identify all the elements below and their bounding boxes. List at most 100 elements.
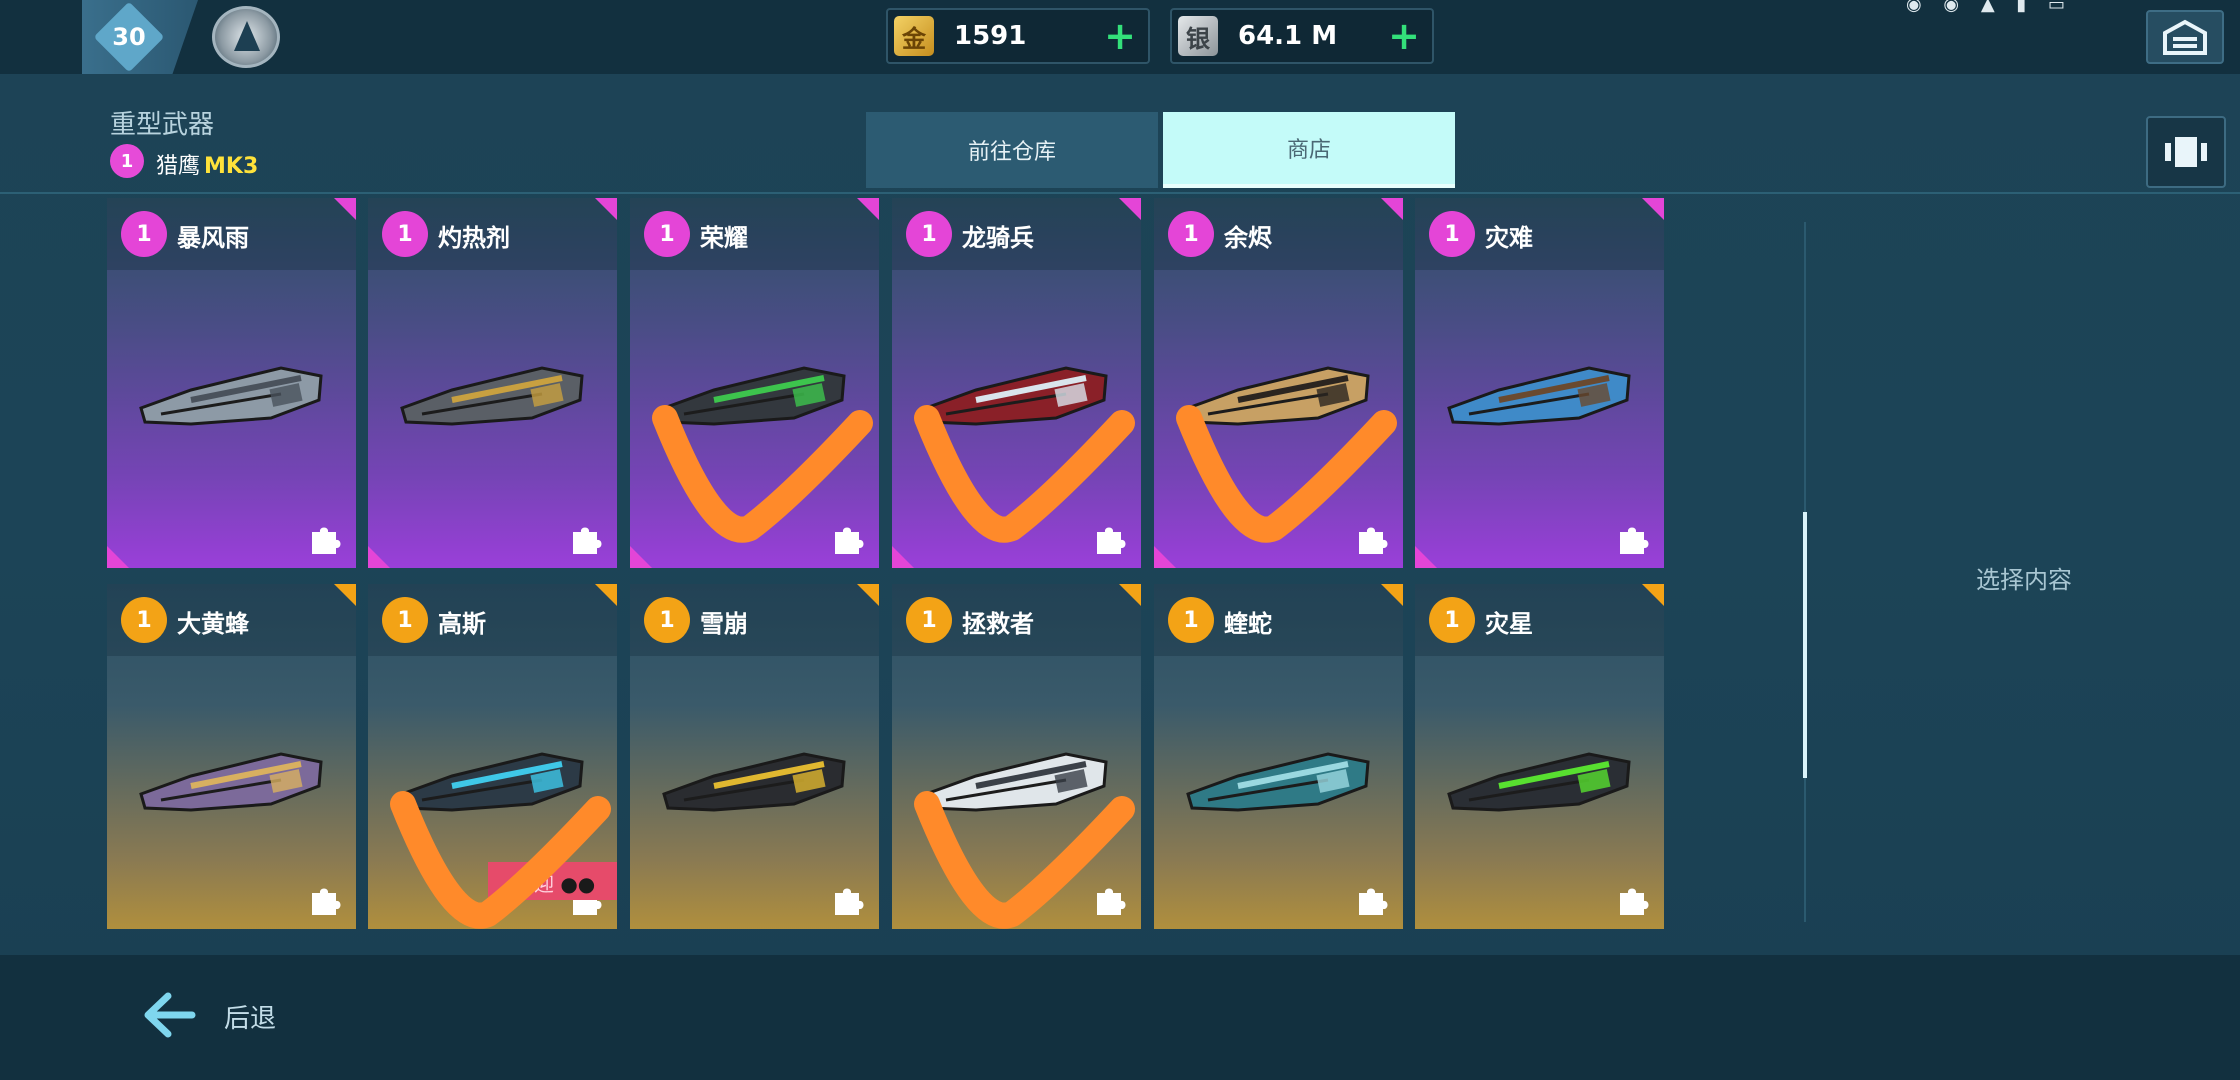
rarity-corner — [857, 584, 879, 606]
add-silver-button[interactable]: + — [1388, 17, 1420, 55]
rarity-corner — [1381, 198, 1403, 220]
weapon-name: 拯救者 — [962, 610, 1034, 638]
rarity-corner — [595, 584, 617, 606]
rarity-corner — [1642, 198, 1664, 220]
back-button[interactable]: 后退 — [224, 998, 276, 1035]
garage-button[interactable] — [2146, 10, 2224, 64]
rarity-corner — [107, 546, 129, 568]
puzzle-piece-icon[interactable] — [1093, 883, 1127, 917]
rarity-corner — [1119, 198, 1141, 220]
bottom-bar — [0, 955, 2240, 1080]
add-gold-button[interactable]: + — [1104, 17, 1136, 55]
weapon-name: 大黄蜂 — [177, 610, 249, 638]
rank-badge: 1 — [1429, 211, 1475, 257]
rank-emblem-icon[interactable] — [212, 6, 280, 68]
weapon-name: 暴风雨 — [177, 224, 249, 252]
weapon-image — [1447, 366, 1631, 426]
selected-rank-badge: 1 — [110, 144, 144, 178]
weapon-image — [662, 366, 846, 426]
puzzle-piece-icon[interactable] — [1355, 883, 1389, 917]
puzzle-piece-icon[interactable] — [1616, 522, 1650, 556]
rarity-corner — [1119, 584, 1141, 606]
rarity-corner — [334, 584, 356, 606]
puzzle-piece-icon[interactable] — [1093, 522, 1127, 556]
rarity-corner — [857, 198, 879, 220]
weapon-category: 重型武器 — [110, 110, 215, 140]
back-arrow-icon[interactable] — [140, 990, 196, 1040]
rarity-corner — [334, 198, 356, 220]
weapon-image — [400, 752, 584, 812]
weapon-image — [139, 366, 323, 426]
rarity-corner — [595, 198, 617, 220]
silver-currency: 银 64.1 M + — [1170, 8, 1434, 64]
rarity-corner — [1154, 546, 1176, 568]
select-content-placeholder: 选择内容 — [1976, 566, 2072, 594]
weapon-card[interactable]: 1 灾难 — [1415, 198, 1664, 568]
collab-tag: 迎 ●● — [488, 862, 617, 900]
rank-badge: 1 — [121, 211, 167, 257]
gold-icon: 金 — [894, 16, 934, 56]
weapon-image — [139, 752, 323, 812]
weapon-name: 灼热剂 — [438, 224, 510, 252]
rank-badge: 1 — [644, 211, 690, 257]
weapon-card[interactable]: 1 大黄蜂 — [107, 584, 356, 929]
weapon-image — [924, 752, 1108, 812]
rank-badge: 1 — [1168, 597, 1214, 643]
gold-currency: 金 1591 + — [886, 8, 1150, 64]
weapon-card[interactable]: 1 荣耀 — [630, 198, 879, 568]
player-level: 30 — [112, 23, 146, 51]
puzzle-piece-icon[interactable] — [1355, 522, 1389, 556]
weapon-name: 雪崩 — [700, 610, 748, 638]
rarity-corner — [1642, 584, 1664, 606]
friends-icon: ●● — [560, 872, 596, 896]
rarity-corner — [892, 546, 914, 568]
weapon-image — [1447, 752, 1631, 812]
scrollbar[interactable] — [1803, 512, 1807, 778]
gold-value: 1591 — [954, 21, 1027, 51]
panel-toggle-icon — [2165, 137, 2207, 167]
weapon-name: 灾难 — [1485, 224, 1533, 252]
side-panel-toggle-button[interactable] — [2146, 116, 2226, 188]
tab-warehouse[interactable]: 前往仓库 — [866, 112, 1158, 188]
weapon-card[interactable]: 1 灾星 — [1415, 584, 1664, 929]
tab-shop[interactable]: 商店 — [1163, 112, 1455, 188]
puzzle-piece-icon[interactable] — [831, 522, 865, 556]
weapon-name: 荣耀 — [700, 224, 748, 252]
rarity-corner — [1381, 584, 1403, 606]
puzzle-piece-icon[interactable] — [1616, 883, 1650, 917]
rank-badge: 1 — [1429, 597, 1475, 643]
weapon-card[interactable]: 1 蝰蛇 — [1154, 584, 1403, 929]
rank-badge: 1 — [382, 597, 428, 643]
weapon-card[interactable]: 1 灼热剂 — [368, 198, 617, 568]
weapon-name: 余烬 — [1224, 224, 1272, 252]
weapon-image — [1186, 366, 1370, 426]
garage-icon — [2163, 19, 2207, 55]
weapon-card[interactable]: 1 雪崩 — [630, 584, 879, 929]
rank-badge: 1 — [382, 211, 428, 257]
rarity-corner — [630, 546, 652, 568]
selected-weapon-name: 猎鹰 MK3 — [156, 148, 258, 180]
rarity-corner — [1415, 546, 1437, 568]
selected-weapon-mk: MK3 — [204, 154, 259, 179]
weapon-card[interactable]: 1 暴风雨 — [107, 198, 356, 568]
puzzle-piece-icon[interactable] — [569, 522, 603, 556]
weapon-name: 龙骑兵 — [962, 224, 1034, 252]
weapon-card[interactable]: 1 高斯迎 ●● — [368, 584, 617, 929]
weapon-name: 灾星 — [1485, 610, 1533, 638]
puzzle-piece-icon[interactable] — [831, 883, 865, 917]
weapon-image — [400, 366, 584, 426]
rarity-corner — [368, 546, 390, 568]
weapon-image — [662, 752, 846, 812]
weapon-card[interactable]: 1 余烬 — [1154, 198, 1403, 568]
weapon-name: 高斯 — [438, 610, 486, 638]
puzzle-piece-icon[interactable] — [308, 522, 342, 556]
weapon-card[interactable]: 1 拯救者 — [892, 584, 1141, 929]
silver-value: 64.1 M — [1238, 21, 1338, 51]
puzzle-piece-icon[interactable] — [308, 883, 342, 917]
rank-badge: 1 — [906, 211, 952, 257]
rank-badge: 1 — [906, 597, 952, 643]
weapon-card[interactable]: 1 龙骑兵 — [892, 198, 1141, 568]
selected-weapon-label: 猎鹰 — [156, 154, 201, 179]
weapon-image — [1186, 752, 1370, 812]
rank-badge: 1 — [1168, 211, 1214, 257]
